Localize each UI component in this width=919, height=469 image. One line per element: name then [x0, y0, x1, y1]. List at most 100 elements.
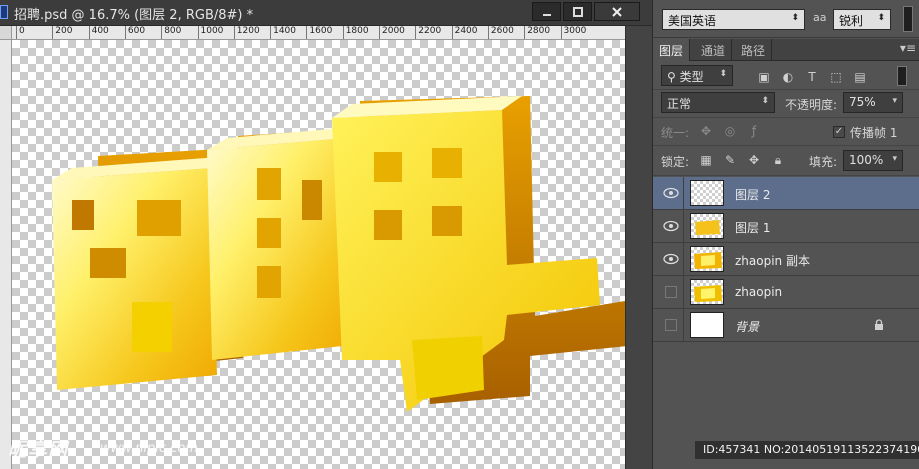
lock-position-icon[interactable]: ✥	[747, 153, 761, 167]
canvas[interactable]	[12, 40, 625, 469]
panel-menu-icon[interactable]: ▾≡	[900, 41, 916, 55]
lock-brush-icon[interactable]: ✎	[723, 153, 737, 167]
layer-row[interactable]: zhaopin	[653, 276, 919, 309]
filter-pixel-icon[interactable]: ▣	[757, 70, 771, 84]
visibility-eye-icon[interactable]	[663, 220, 679, 232]
horizontal-ruler[interactable]: 0 200 400 600 800 1000 1200 1400 1600 1800 2000 220…	[12, 26, 625, 40]
vertical-ruler[interactable]	[0, 26, 12, 469]
chevron-down-icon: ⬍	[791, 13, 799, 23]
visibility-toggle-off[interactable]	[665, 286, 677, 298]
lock-fill-row: 锁定: ▦ ✎ ✥ 🔒︎ 填充: 100% ▾	[653, 146, 919, 176]
panel-tabs: 图层 通道 路径 ▾≡	[653, 39, 919, 61]
unify-position-icon[interactable]: ✥	[699, 124, 713, 138]
document-titlebar[interactable]: 招聘.psd @ 16.7% (图层 2, RGB/8#) *	[0, 0, 652, 26]
minimize-button[interactable]	[532, 2, 561, 21]
filter-smart-object-icon[interactable]: ▤	[853, 70, 867, 84]
layer-thumbnail	[690, 213, 724, 239]
character-options-row: 美国英语 ⬍ aa 锐利 ⬍	[653, 0, 919, 38]
filter-toggle[interactable]	[897, 66, 907, 86]
ruler-tick	[451, 26, 453, 39]
ruler-tick	[415, 26, 417, 39]
ruler-tick	[524, 26, 526, 39]
filter-shape-icon[interactable]: ⬚	[829, 70, 843, 84]
ruler-tick	[88, 26, 90, 39]
vertical-scrollbar[interactable]	[625, 26, 652, 469]
fill-label: 填充:	[809, 155, 838, 169]
thumbnail-art	[694, 285, 722, 302]
glyph-zhao	[52, 156, 232, 390]
propagate-frame-label: 传播帧 1	[850, 126, 898, 140]
ruler-label: 2000	[382, 26, 405, 36]
thumbnail-art	[694, 252, 722, 269]
ruler-label: 600	[127, 26, 146, 36]
chevron-down-icon: ⬍	[761, 96, 769, 106]
layer-thumbnail	[690, 312, 724, 338]
opacity-label: 不透明度:	[785, 98, 838, 112]
column-divider	[683, 309, 684, 342]
language-value: 美国英语	[668, 14, 717, 28]
ruler-label: 2800	[527, 26, 551, 36]
lock-transparency-icon[interactable]: ▦	[699, 153, 713, 167]
tab-channels[interactable]: 通道	[695, 39, 733, 61]
layers-list: 图层 2 图层 1 zhaopin 副本 zhaopin 背景	[653, 177, 919, 469]
fill-field[interactable]: 100% ▾	[843, 150, 903, 171]
column-divider	[683, 243, 684, 276]
chevron-down-icon: ▾	[892, 96, 897, 106]
language-dropdown[interactable]: 美国英语 ⬍	[662, 9, 805, 30]
search-icon: ⚲	[667, 70, 680, 84]
layer-row[interactable]: 背景	[653, 309, 919, 342]
filter-adjustment-icon[interactable]: ◐	[781, 70, 795, 84]
antialias-value: 锐利	[839, 14, 864, 28]
right-panel: 美国英语 ⬍ aa 锐利 ⬍ 图层 通道 路径 ▾≡ ⚲ 类型 ⬍ ▣ ◐ T …	[652, 0, 919, 469]
ruler-tick	[487, 26, 489, 39]
photoshop-icon	[0, 5, 8, 19]
ruler-origin[interactable]	[0, 26, 12, 40]
layer-row[interactable]: 图层 2	[653, 177, 919, 210]
document-title: 招聘.psd @ 16.7% (图层 2, RGB/8#) *	[14, 8, 254, 23]
blend-opacity-row: 正常 ⬍ 不透明度: 75% ▾	[653, 90, 919, 118]
tab-paths[interactable]: 路径	[735, 39, 773, 61]
close-icon	[612, 6, 622, 17]
ruler-label: 2600	[490, 26, 514, 36]
filter-kind-dropdown[interactable]: ⚲ 类型 ⬍	[661, 65, 733, 86]
propagate-frame-checkbox[interactable]: ✓	[833, 126, 845, 138]
ruler-label: 1600	[309, 26, 333, 36]
artwork-3d-text	[52, 96, 625, 412]
column-divider	[683, 177, 684, 210]
minimize-icon	[542, 13, 551, 16]
ruler-label: 1200	[236, 26, 260, 36]
visibility-eye-icon[interactable]	[663, 187, 679, 199]
watermark-logo: 昵享网	[8, 439, 69, 461]
layer-name: zhaopin 副本	[735, 254, 810, 268]
opacity-field[interactable]: 75% ▾	[843, 92, 903, 113]
visibility-eye-icon[interactable]	[663, 253, 679, 265]
antialias-label: aa	[813, 11, 827, 24]
close-button[interactable]	[594, 2, 640, 21]
column-divider	[683, 210, 684, 243]
unify-style-icon[interactable]: ƒ	[747, 124, 761, 138]
image-id-caption: ID:457341 NO:20140519113522374190	[695, 441, 919, 459]
ruler-tick	[342, 26, 344, 39]
antialias-dropdown[interactable]: 锐利 ⬍	[833, 9, 891, 30]
layer-name: 背景	[735, 320, 760, 334]
ruler-label: 1000	[200, 26, 224, 36]
layer-row[interactable]: zhaopin 副本	[653, 243, 919, 276]
layer-row[interactable]: 图层 1	[653, 210, 919, 243]
filter-type-icon[interactable]: T	[805, 70, 819, 84]
unify-label: 统一:	[661, 126, 690, 140]
thumbnail-art	[695, 220, 720, 235]
unify-visibility-icon[interactable]: ◎	[723, 124, 737, 138]
maximize-button[interactable]	[563, 2, 592, 21]
visibility-toggle-off[interactable]	[665, 319, 677, 331]
tab-layers[interactable]: 图层	[653, 39, 691, 61]
panel-collapse-handle[interactable]	[903, 6, 913, 32]
layer-thumbnail	[690, 279, 724, 305]
layer-name: zhaopin	[735, 285, 783, 299]
maximize-icon	[572, 6, 583, 17]
lock-all-icon[interactable]: 🔒︎	[771, 153, 785, 167]
ruler-tick	[306, 26, 308, 39]
ruler-tick	[560, 26, 562, 39]
layer-thumbnail	[690, 180, 724, 206]
opacity-value: 75%	[849, 95, 876, 109]
blend-mode-dropdown[interactable]: 正常 ⬍	[661, 92, 775, 113]
